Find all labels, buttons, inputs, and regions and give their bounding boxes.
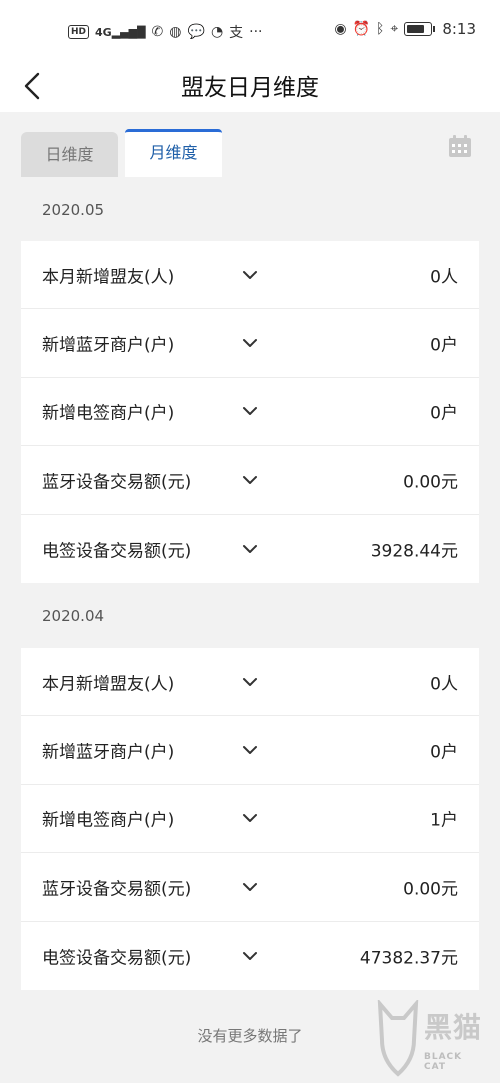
status-time: 8:13 [442,20,476,38]
tab-day[interactable]: 日维度 [21,132,118,177]
chevron-down-icon [243,407,257,416]
battery-icon [404,22,436,36]
watermark-sub: BLACK CAT [424,1052,463,1072]
battery-level [407,25,424,33]
status-right-icons: ◉ ⏰ ᛒ ⌖ 8:13 [334,20,476,38]
stat-label: 电签设备交易额(元) [42,948,192,969]
stat-row-new-allies[interactable]: 本月新增盟友(人) 0人 [21,241,479,310]
stat-label: 新增电签商户(户) [42,810,175,831]
page-title: 盟友日月维度 [181,75,319,101]
tab-bar: 日维度 月维度 [0,127,500,177]
alipay-icon: 支 [229,25,244,41]
stats-card: 本月新增盟友(人) 0人 新增蓝牙商户(户) 0户 新增电签商户(户) 1户 蓝… [21,648,479,990]
signal-icon: 4G▂▄▆█ [95,25,146,39]
watermark: 黑猫 BLACK CAT [368,1000,488,1080]
chevron-down-icon [243,951,257,960]
stat-label: 电签设备交易额(元) [42,541,192,562]
stat-row-bluetooth-volume[interactable]: 蓝牙设备交易额(元) 0.00元 [21,446,479,515]
stat-value: 1户 [430,810,458,831]
chevron-down-icon [243,339,257,348]
stat-label: 本月新增盟友(人) [42,674,175,695]
stat-value: 0.00元 [403,879,458,900]
chevron-down-icon [243,677,257,686]
app-icon: ◔ [210,24,224,40]
message-icon: 💬 [187,24,205,40]
network-type-label: 4G [95,25,112,39]
stat-row-bluetooth-volume[interactable]: 蓝牙设备交易额(元) 0.00元 [21,853,479,922]
alarm-icon: ⏰ [352,21,371,37]
watermark-brand: 黑猫 [424,1011,483,1044]
location-app-icon: ◍ [169,24,182,40]
stat-row-new-esign-merchants[interactable]: 新增电签商户(户) 1户 [21,785,479,854]
stat-value: 0户 [430,403,458,424]
calendar-icon [449,135,471,157]
stat-label: 本月新增盟友(人) [42,267,175,288]
calendar-button[interactable] [448,134,472,158]
tab-month[interactable]: 月维度 [125,129,222,177]
stat-label: 蓝牙设备交易额(元) [42,879,192,900]
more-notifications-icon: ··· [249,24,263,40]
hd-indicator: HD [68,25,90,39]
stat-value: 0户 [430,335,458,356]
navigation-bar: 盟友日月维度 [0,62,500,112]
status-bar: HD 4G▂▄▆█ ✆ ◍ 💬 ◔ 支 ··· ◉ ⏰ ᛒ ⌖ 8:13 [0,0,500,62]
bluetooth-icon: ᛒ [376,21,385,37]
stat-label: 蓝牙设备交易额(元) [42,472,192,493]
chevron-down-icon [243,814,257,823]
stat-row-esign-volume[interactable]: 电签设备交易额(元) 47382.37元 [21,922,479,990]
stat-row-new-bluetooth-merchants[interactable]: 新增蓝牙商户(户) 0户 [21,309,479,378]
stat-row-new-bluetooth-merchants[interactable]: 新增蓝牙商户(户) 0户 [21,716,479,785]
stat-row-esign-volume[interactable]: 电签设备交易额(元) 3928.44元 [21,515,479,583]
stat-label: 新增蓝牙商户(户) [42,742,175,763]
stat-label: 新增蓝牙商户(户) [42,335,175,356]
chevron-down-icon [243,270,257,279]
stat-label: 新增电签商户(户) [42,403,175,424]
chevron-down-icon [243,475,257,484]
stat-row-new-allies[interactable]: 本月新增盟友(人) 0人 [21,648,479,717]
chevron-down-icon [243,544,257,553]
eye-icon: ◉ [334,21,347,37]
black-cat-logo-icon [377,1000,419,1077]
section-date: 2020.05 [42,201,105,219]
status-left-icons: HD 4G▂▄▆█ ✆ ◍ 💬 ◔ 支 ··· [68,22,263,42]
stat-value: 47382.37元 [359,948,458,969]
section-date: 2020.04 [42,607,105,625]
location-icon: ⌖ [390,21,399,37]
stat-value: 0.00元 [403,472,458,493]
stat-value: 0户 [430,742,458,763]
chevron-down-icon [243,746,257,755]
missed-call-icon: ✆ [151,24,164,40]
stats-card: 本月新增盟友(人) 0人 新增蓝牙商户(户) 0户 新增电签商户(户) 0户 蓝… [21,241,479,583]
stat-value: 3928.44元 [370,541,458,562]
stat-row-new-esign-merchants[interactable]: 新增电签商户(户) 0户 [21,378,479,447]
chevron-down-icon [243,882,257,891]
stat-value: 0人 [430,674,458,695]
stat-value: 0人 [430,267,458,288]
